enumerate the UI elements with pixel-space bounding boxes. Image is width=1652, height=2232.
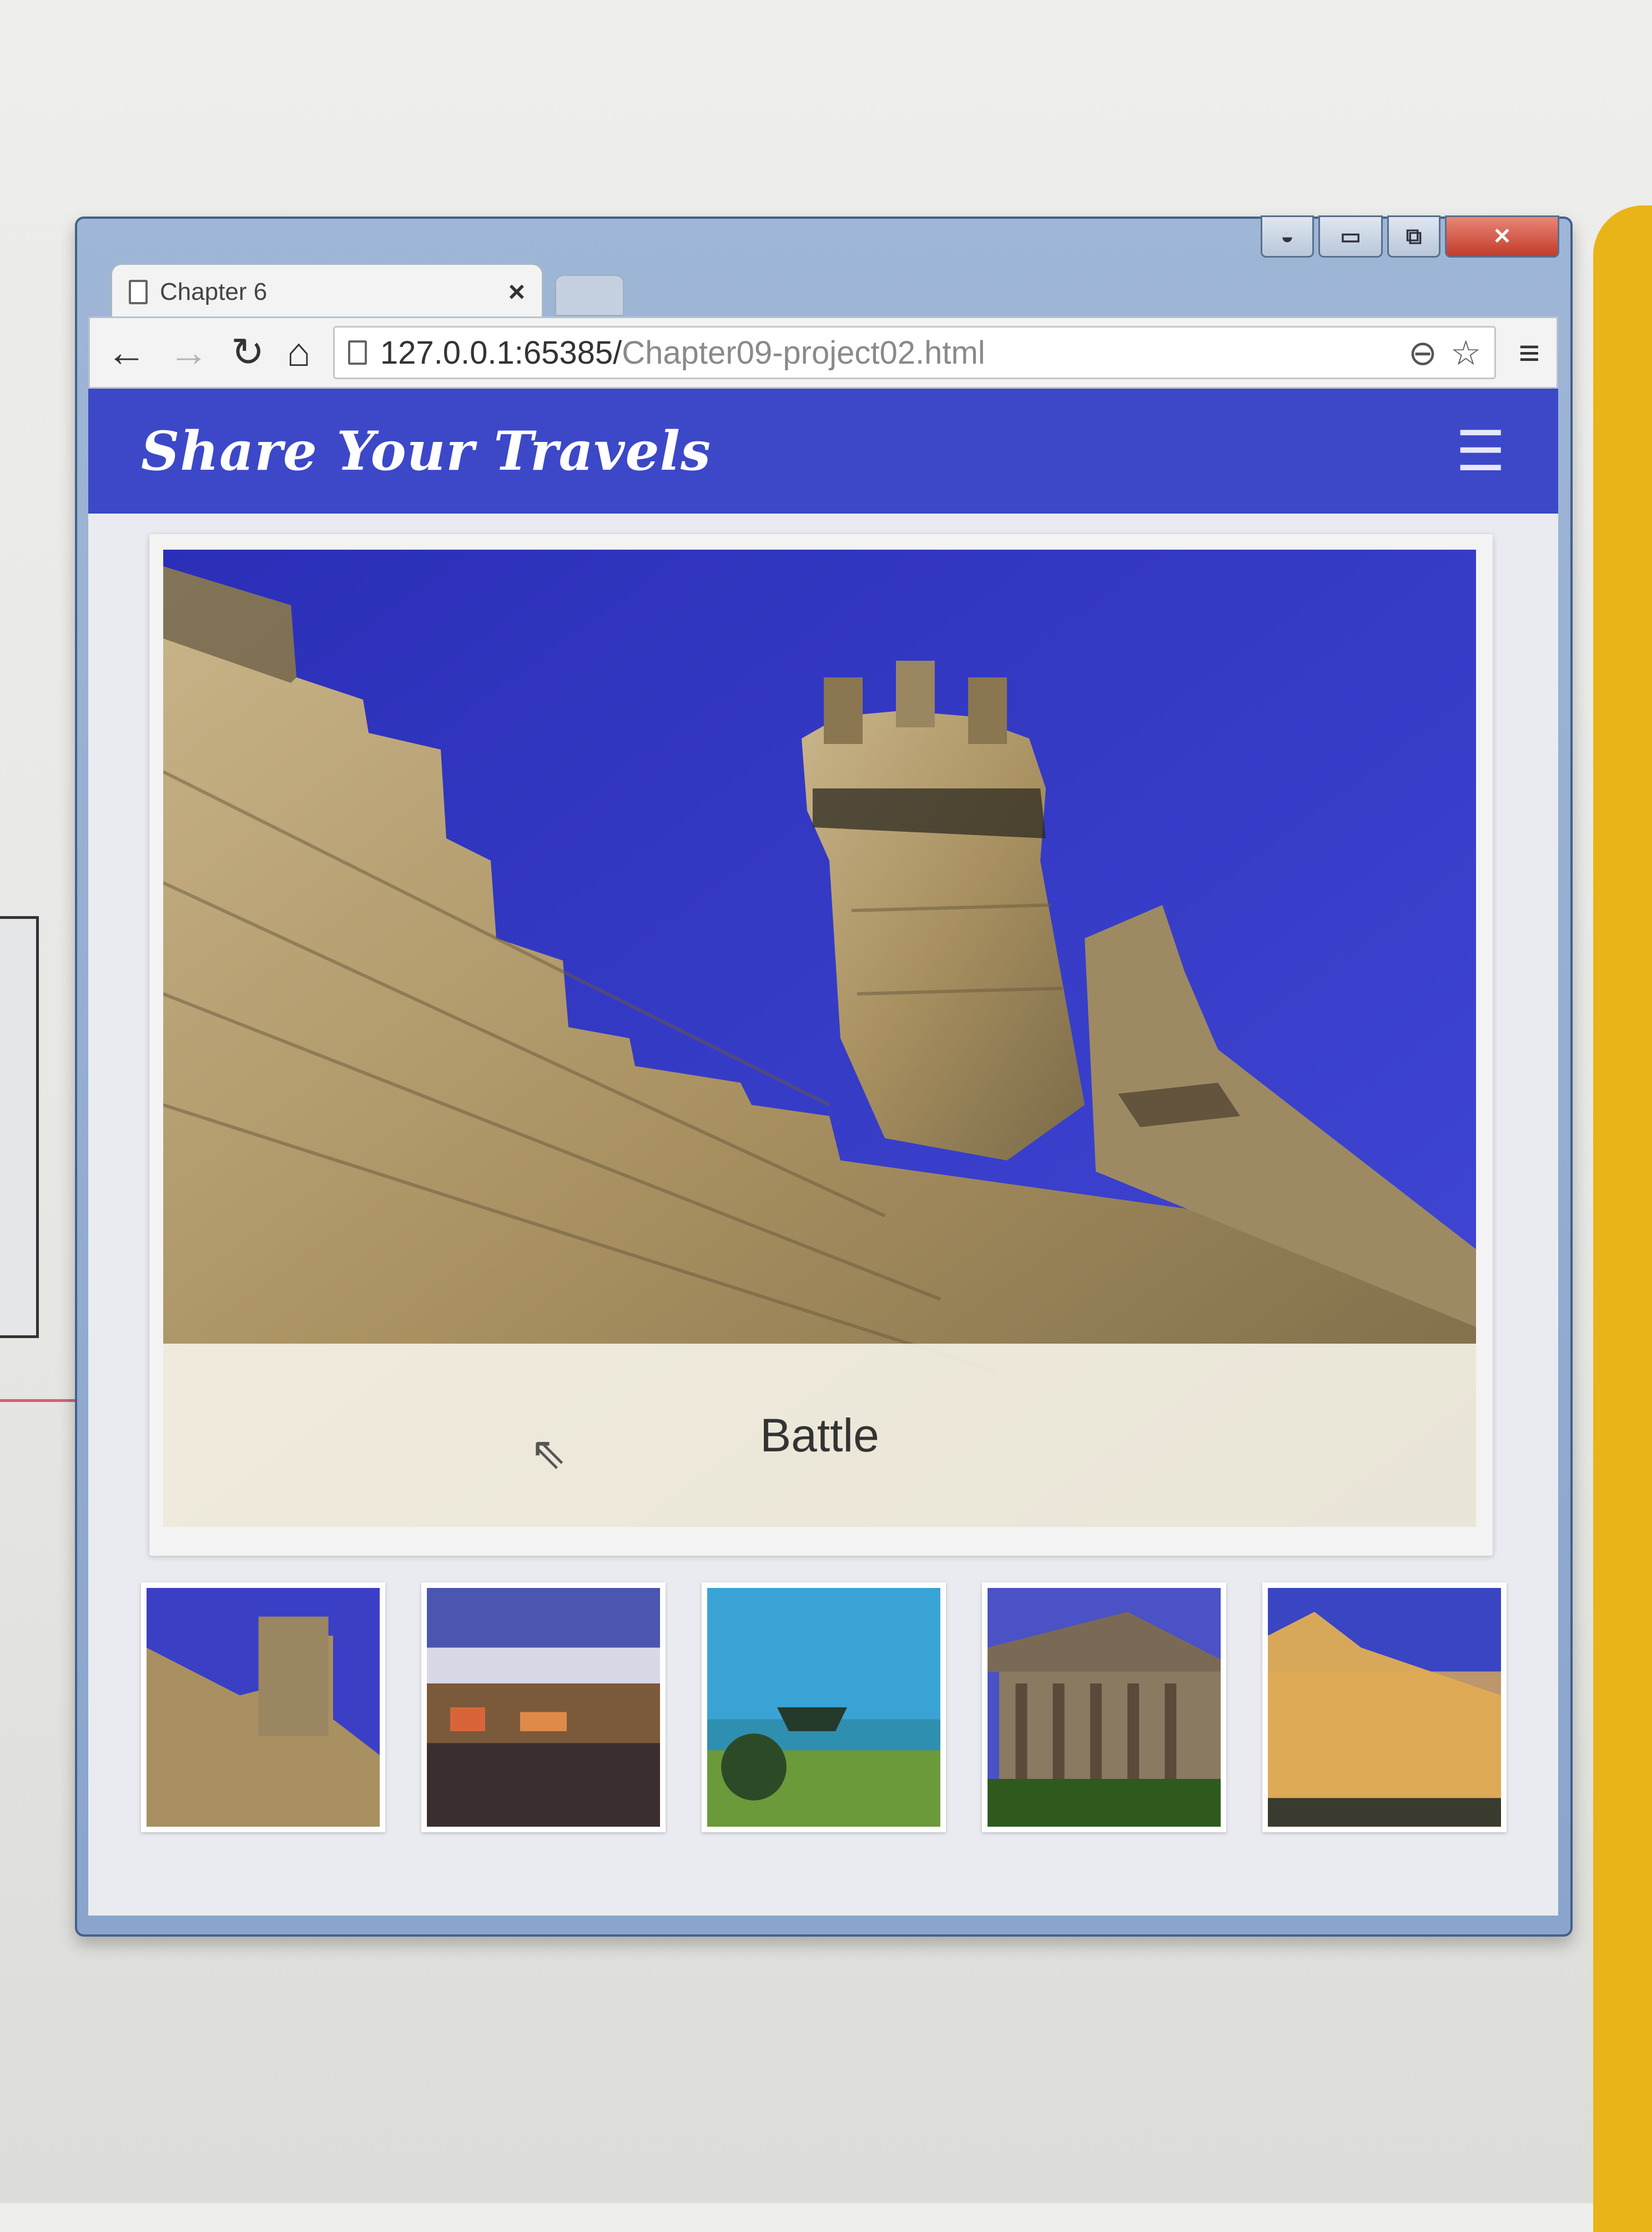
- thumbnail-ship[interactable]: [702, 1582, 946, 1832]
- page-info-icon[interactable]: [347, 340, 367, 365]
- minimize-icon[interactable]: ▭: [1318, 215, 1383, 258]
- hero-caption-text: Battle: [760, 1409, 879, 1461]
- mouse-cursor-icon: ⇖: [530, 1428, 567, 1477]
- app-header: Share Your Travels ☰: [88, 389, 1558, 514]
- user-icon[interactable]: ◒: [1261, 215, 1314, 258]
- browser-toolbar: ← → ↻ ⌂ 127.0.0.1:65385/Chapter09-projec…: [88, 316, 1558, 389]
- url-host: 127.0.0.1:65385/: [380, 334, 622, 371]
- browser-window: ◒ ▭ ⧉ ✕ Chapter 6 × ← → ↻ ⌂ 127.0.0.1:65…: [75, 215, 1573, 1937]
- page-icon: [129, 279, 148, 304]
- restore-icon[interactable]: ⧉: [1387, 215, 1441, 258]
- thumbnail-palace[interactable]: [1262, 1582, 1507, 1832]
- thumbnail-castle[interactable]: [141, 1582, 385, 1832]
- castle-thumb-image: [147, 1588, 380, 1827]
- harbour-thumb-image: [427, 1588, 660, 1827]
- bookmark-star-icon[interactable]: ☆: [1450, 333, 1482, 373]
- back-arrow-icon[interactable]: ←: [107, 333, 147, 373]
- thumbnail-harbour[interactable]: [421, 1582, 666, 1832]
- window-close-icon[interactable]: ✕: [1445, 215, 1559, 258]
- reload-icon[interactable]: ↻: [231, 333, 264, 373]
- palace-thumb-image: [1268, 1588, 1501, 1827]
- tab-close-icon[interactable]: ×: [508, 275, 525, 309]
- page-viewport: Share Your Travels ☰ Battle ⇖: [88, 389, 1558, 1916]
- brand-title[interactable]: Share Your Travels: [141, 420, 711, 482]
- page-side-box: [0, 916, 39, 1338]
- url-text[interactable]: 127.0.0.1:65385/Chapter09-project02.html: [380, 334, 1395, 371]
- ship-thumb-image: [707, 1588, 940, 1827]
- zoom-icon[interactable]: ⊖: [1408, 333, 1437, 373]
- tab-title: Chapter 6: [160, 278, 268, 305]
- window-controls: ◒ ▭ ⧉ ✕: [1261, 215, 1559, 258]
- hero-image[interactable]: Battle ⇖: [163, 550, 1476, 1527]
- hero-caption: Battle: [163, 1344, 1476, 1527]
- url-path: Chapter09-project02.html: [622, 334, 985, 371]
- new-tab-button[interactable]: [555, 274, 624, 316]
- thumbnail-temple[interactable]: [982, 1582, 1226, 1832]
- temple-thumb-image: [988, 1588, 1221, 1827]
- browser-tab[interactable]: Chapter 6 ×: [110, 263, 543, 319]
- address-bar[interactable]: 127.0.0.1:65385/Chapter09-project02.html…: [333, 326, 1497, 379]
- browser-menu-icon[interactable]: ≡: [1518, 331, 1540, 374]
- thumbnail-strip: [141, 1582, 1507, 1838]
- hero-card: Battle ⇖: [149, 534, 1493, 1556]
- home-icon[interactable]: ⌂: [286, 333, 311, 373]
- forward-arrow-icon[interactable]: →: [169, 333, 209, 373]
- hamburger-menu-icon[interactable]: ☰: [1455, 419, 1505, 484]
- page-yellow-strip: [1593, 205, 1652, 2232]
